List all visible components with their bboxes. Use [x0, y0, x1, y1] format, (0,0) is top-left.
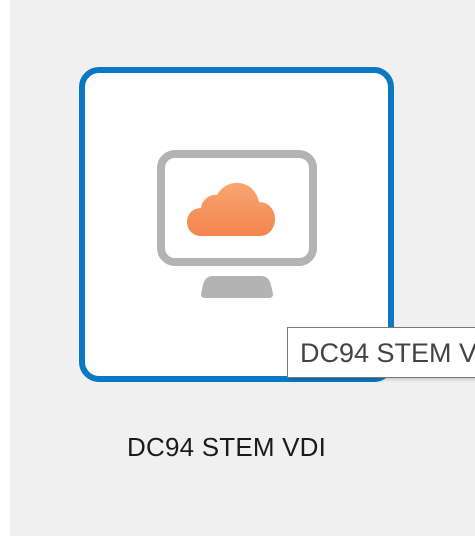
cloud-shape [187, 182, 275, 236]
tooltip-text: DC94 STEM VDI [300, 338, 475, 368]
apps-panel: DC94 STEM VDI [10, 0, 475, 536]
app-tile-label[interactable]: DC94 STEM VDI [127, 432, 326, 463]
cloud-desktop-icon [157, 150, 317, 298]
monitor-stand [201, 276, 273, 298]
tooltip: DC94 STEM VDI [287, 327, 475, 378]
